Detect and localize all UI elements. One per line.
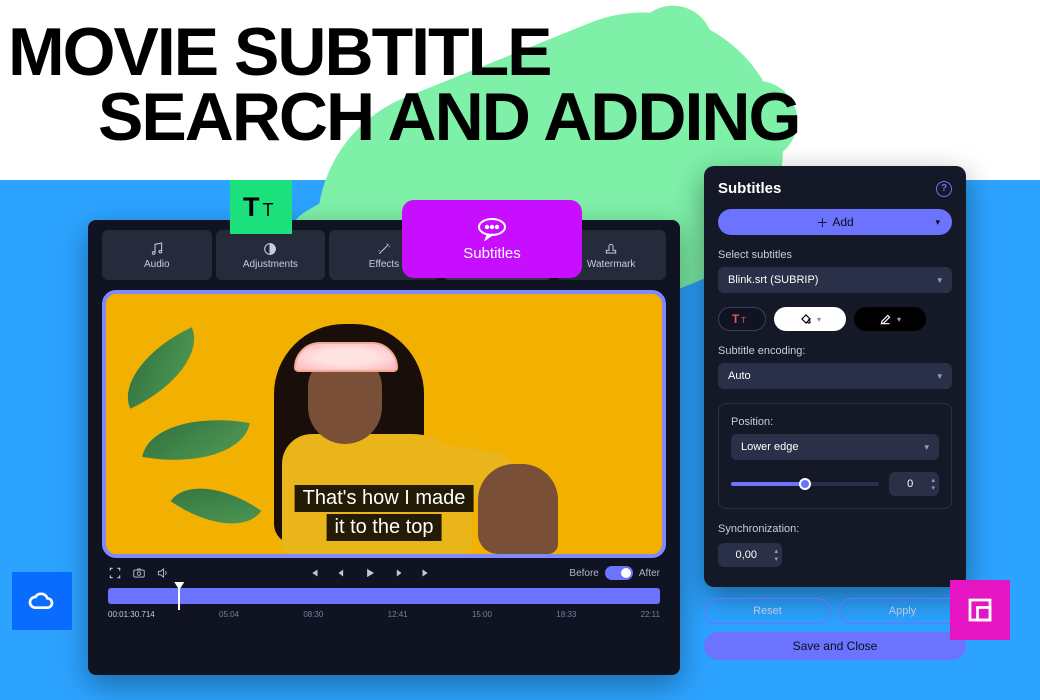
layout-icon [965, 595, 995, 625]
svg-text:T: T [263, 200, 274, 220]
sync-label: Synchronization: [718, 523, 952, 535]
video-preview[interactable]: That's how I made it to the top [102, 290, 666, 558]
select-subtitles-label: Select subtitles [718, 249, 952, 261]
position-select[interactable]: Lower edge▾ [731, 434, 939, 460]
subtitle-file-select[interactable]: Blink.srt (SUBRIP)▾ [718, 267, 952, 293]
fullscreen-icon[interactable] [108, 566, 122, 580]
svg-text:T: T [741, 315, 746, 325]
save-close-button[interactable]: Save and Close [704, 632, 966, 660]
subtitle-overlay: That's how I made it to the top [295, 484, 474, 542]
camera-icon[interactable] [132, 566, 146, 580]
tab-audio[interactable]: Audio [102, 230, 212, 280]
panel-buttons: Reset Apply Save and Close [704, 598, 966, 660]
svg-text:T: T [732, 313, 739, 326]
speech-icon [476, 217, 508, 241]
volume-icon[interactable] [156, 566, 170, 580]
sync-input[interactable]: 0,00 ▴▾ [718, 543, 782, 567]
position-label: Position: [731, 416, 939, 428]
play-icon[interactable] [363, 566, 377, 580]
bucket-icon [799, 312, 813, 326]
headline-line-1: MOVIE SUBTITLE [8, 20, 799, 85]
contrast-icon [262, 241, 278, 257]
frame-fwd-icon[interactable] [391, 566, 405, 580]
position-slider[interactable] [731, 482, 879, 486]
font-style-button[interactable]: TT [718, 307, 766, 331]
help-icon[interactable]: ? [936, 181, 952, 197]
stepper-up-icon[interactable]: ▴ [931, 476, 935, 484]
outline-color-button[interactable]: ▾ [854, 307, 926, 331]
wand-icon [376, 241, 392, 257]
skip-end-icon[interactable] [419, 566, 433, 580]
text-tool-badge: TT [230, 180, 292, 234]
timeline-ticks: 00:01:30.714 05:04 08:30 12:41 15:00 18:… [108, 610, 660, 619]
text-icon: TT [243, 192, 279, 222]
layout-badge [950, 580, 1010, 640]
frame-back-icon[interactable] [335, 566, 349, 580]
text-icon: TT [732, 312, 752, 326]
cloud-badge [12, 572, 72, 630]
tab-adjustments[interactable]: Adjustments [216, 230, 326, 280]
panel-title: Subtitles [718, 180, 781, 197]
fill-color-button[interactable]: ▾ [774, 307, 846, 331]
pencil-icon [879, 312, 893, 326]
stepper-up-icon[interactable]: ▴ [774, 547, 778, 555]
add-subtitle-button[interactable]: ＋ Add [718, 209, 952, 235]
stepper-down-icon[interactable]: ▾ [774, 555, 778, 563]
subtitles-badge: Subtitles [402, 200, 582, 278]
video-editor-window: Audio Adjustments Effects Subtitles Wate… [88, 220, 680, 675]
encoding-label: Subtitle encoding: [718, 345, 952, 357]
skip-start-icon[interactable] [307, 566, 321, 580]
stepper-down-icon[interactable]: ▾ [931, 484, 935, 492]
reset-button[interactable]: Reset [704, 598, 831, 624]
playhead[interactable] [174, 582, 184, 610]
apply-button[interactable]: Apply [839, 598, 966, 624]
cloud-icon [26, 589, 58, 613]
stamp-icon [603, 241, 619, 257]
editor-toolbar: Audio Adjustments Effects Subtitles Wate… [88, 220, 680, 280]
page-headline: MOVIE SUBTITLE SEARCH AND ADDING [8, 20, 799, 149]
before-after-toggle[interactable]: Before After [569, 566, 660, 580]
music-icon [149, 241, 165, 257]
encoding-select[interactable]: Auto▾ [718, 363, 952, 389]
svg-text:T: T [243, 192, 260, 222]
headline-line-2: SEARCH AND ADDING [98, 85, 799, 150]
subtitles-panel: Subtitles ? ＋ Add Select subtitles Blink… [704, 166, 966, 587]
position-offset-input[interactable]: 0 ▴▾ [889, 472, 939, 496]
timeline[interactable]: 00:01:30.714 05:04 08:30 12:41 15:00 18:… [88, 588, 680, 629]
